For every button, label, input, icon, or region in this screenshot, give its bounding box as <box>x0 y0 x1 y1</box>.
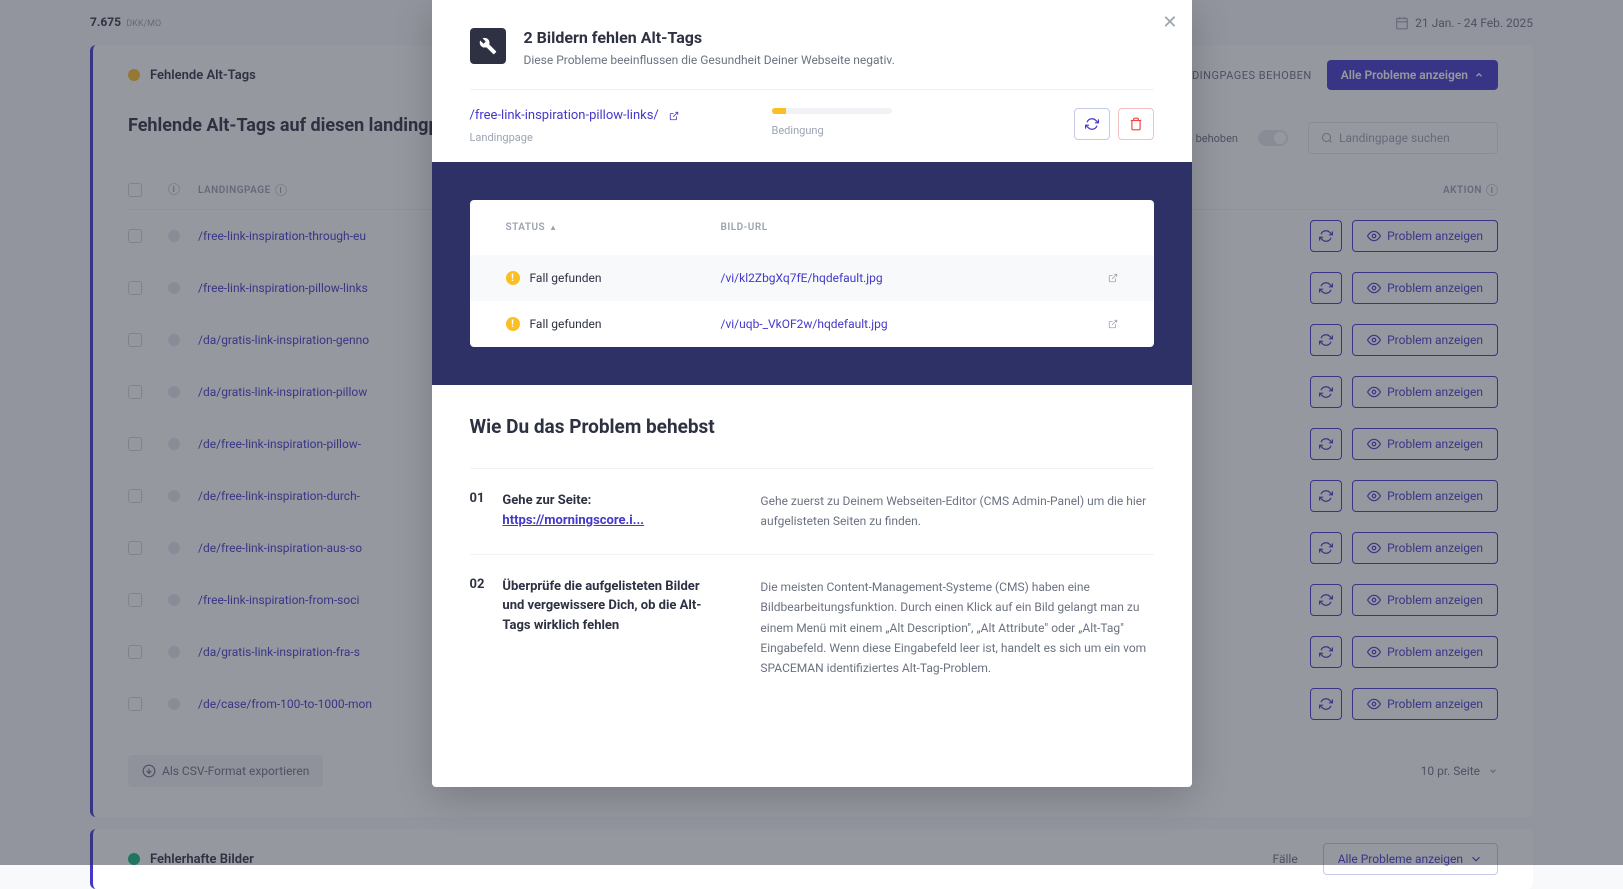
howto-link[interactable]: https://morningscore.i... <box>502 513 644 528</box>
refresh-button[interactable] <box>1074 108 1110 140</box>
col-status[interactable]: STATUS ▲ <box>506 222 721 233</box>
landingpage-label: Landingpage <box>470 131 742 144</box>
step-number: 02 <box>470 577 485 679</box>
wrench-icon <box>470 28 506 64</box>
image-url-link[interactable]: /vi/kl2ZbgXq7fE/hqdefault.jpg <box>721 271 883 285</box>
step-number: 01 <box>470 491 485 532</box>
warning-icon: ! <box>506 317 520 331</box>
image-url-link[interactable]: /vi/uqb-_VkOF2w/hqdefault.jpg <box>721 317 888 331</box>
problem-detail-modal: ✕ 2 Bildern fehlen Alt-Tags Diese Proble… <box>432 0 1192 787</box>
image-row: ! Fall gefunden /vi/uqb-_VkOF2w/hqdefault… <box>470 301 1154 347</box>
refresh-icon <box>1085 117 1099 131</box>
step-body: Die meisten Content-Management-Systeme (… <box>760 577 1153 679</box>
condition-progress <box>772 108 892 114</box>
step-heading: Gehe zur Seite: https://morningscore.i..… <box>502 491 712 532</box>
landingpage-link[interactable]: /free-link-inspiration-pillow-links/ <box>470 108 742 123</box>
step-body: Gehe zuerst zu Deinem Webseiten-Editor (… <box>760 491 1153 532</box>
close-button[interactable]: ✕ <box>1162 12 1177 33</box>
status-text: Fall gefunden <box>530 317 602 331</box>
modal-subtitle: Diese Probleme beeinflussen die Gesundhe… <box>524 53 895 67</box>
delete-button[interactable] <box>1118 108 1154 140</box>
sort-icon: ▲ <box>549 223 557 232</box>
image-row: ! Fall gefunden /vi/kl2ZbgXq7fE/hqdefault… <box>470 255 1154 301</box>
howto-step: 01 Gehe zur Seite: https://morningscore.… <box>470 468 1154 554</box>
external-link-icon[interactable] <box>1108 273 1118 283</box>
status-text: Fall gefunden <box>530 271 602 285</box>
external-link-icon[interactable] <box>1108 319 1118 329</box>
col-bild-url: BILD-URL <box>721 222 1118 233</box>
howto-step: 02 Überprüfe die aufgelisteten Bilder un… <box>470 554 1154 701</box>
trash-icon <box>1129 117 1143 131</box>
step-heading: Überprüfe die aufgelisteten Bilder und v… <box>502 577 712 679</box>
warning-icon: ! <box>506 271 520 285</box>
howto-title: Wie Du das Problem behebst <box>470 415 1154 438</box>
modal-title: 2 Bildern fehlen Alt-Tags <box>524 28 895 47</box>
condition-label: Bedingung <box>772 124 1044 137</box>
external-link-icon <box>669 111 679 121</box>
